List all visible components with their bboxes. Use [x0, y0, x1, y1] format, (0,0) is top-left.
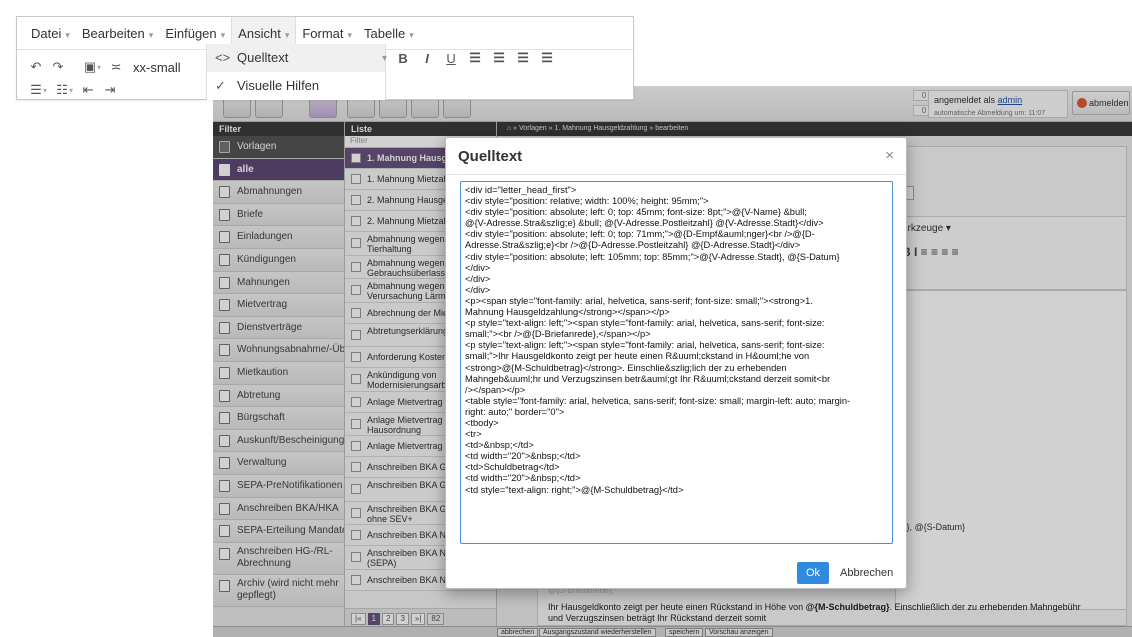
chevron-down-icon: ▾	[65, 29, 70, 40]
chevron-down-icon[interactable]: ▾	[69, 86, 73, 95]
source-line: <td>&nbsp;</td>	[465, 440, 534, 451]
underline-button[interactable]: U	[439, 51, 463, 66]
source-line: <div style="position: absolute; left: 10…	[465, 251, 840, 262]
chevron-down-icon: ▾	[409, 29, 414, 40]
chevron-down-icon[interactable]: ▾	[43, 86, 47, 95]
source-line: <div id="letter_head_first">	[465, 185, 577, 195]
chevron-down-icon: ▾	[284, 29, 290, 40]
source-line: small;">Ihr Hausgeldkonto zeigt per heut…	[465, 351, 810, 362]
check-icon: ✓	[215, 78, 226, 93]
divider	[446, 174, 906, 175]
dialog-title: Quelltext	[458, 148, 523, 165]
source-line: <td style="text-align: right;">@{M-Schul…	[465, 484, 684, 495]
redo-icon[interactable]: ↷	[47, 59, 69, 75]
code-icon: <>	[215, 50, 231, 65]
source-line: <td width="20">&nbsp;</td>	[465, 473, 581, 484]
menu-item-visuelle-hilfen[interactable]: ✓ Visuelle Hilfen	[207, 72, 385, 100]
cancel-button[interactable]: Abbrechen	[840, 562, 893, 584]
source-line: Adresse.Stra&szlig;e}<br />@{D-Adresse.P…	[465, 240, 801, 251]
source-line: </div>	[465, 262, 491, 273]
source-line: Mahnung Hausgeldzahlung</strong></span><…	[465, 307, 670, 318]
undo-icon[interactable]: ↶	[25, 59, 47, 75]
source-line: <tr>	[465, 429, 482, 440]
font-size-select[interactable]: xx-small	[127, 60, 187, 75]
source-line: @{V-Adresse.Stra&szlig;e} &bull; @{V-Adr…	[465, 218, 824, 229]
outdent-icon[interactable]: ⇤	[77, 82, 99, 98]
italic-button[interactable]: I	[415, 51, 439, 66]
source-line: /></span></p>	[465, 384, 526, 395]
align-center-icon[interactable]: ☰	[487, 50, 511, 66]
line-height-icon[interactable]: ≍	[105, 59, 127, 75]
align-left-icon[interactable]: ☰	[463, 50, 487, 66]
source-line: <strong>@{M-Schuldbetrag}</strong>. Eins…	[465, 362, 787, 373]
bold-button[interactable]: B	[391, 51, 415, 66]
source-code-textarea[interactable]: <div id="letter_head_first"> <div style="…	[460, 181, 893, 544]
chevron-down-icon[interactable]: ▾	[382, 53, 387, 64]
align-justify-icon[interactable]: ☰	[535, 50, 559, 66]
source-line: <td>Schuldbetrag</td>	[465, 462, 560, 473]
ok-button[interactable]: Ok	[797, 562, 829, 584]
source-line: <p style="text-align: left;"><span style…	[465, 318, 825, 329]
align-right-icon[interactable]: ☰	[511, 50, 535, 66]
ansicht-dropdown: <> Quelltext ✓ Visuelle Hilfen	[206, 44, 386, 100]
source-line: </div>	[465, 273, 491, 284]
source-code-dialog: Quelltext × <div id="letter_head_first">…	[445, 137, 907, 589]
toolbar-row-2: ☰ ▾ ☷ ▾ ⇤ ⇥	[25, 79, 121, 101]
source-line: <div style="position: relative; width: 1…	[465, 196, 709, 207]
chevron-down-icon: ▾	[347, 29, 353, 40]
toolbar-row-1: ↶ ↷ ▣ ▾ ≍ xx-small	[25, 55, 187, 79]
source-line: <div style="position: absolute; left: 0;…	[465, 229, 815, 240]
format-toolbar: ▾ B I U ☰ ☰ ☰ ☰	[382, 45, 559, 71]
source-line: Mahngeb&uuml;hr und Verzugszinsen betr&a…	[465, 373, 831, 384]
source-line: small;"><br />@{D-Briefanrede},</span></…	[465, 329, 651, 340]
chevron-down-icon: ▾	[220, 29, 226, 40]
menu-item-quelltext[interactable]: <> Quelltext	[207, 44, 385, 72]
close-icon[interactable]: ×	[885, 147, 894, 164]
source-line: <p style="text-align: left;"><span style…	[465, 340, 825, 351]
source-line: right: auto;" border="0">	[465, 406, 565, 417]
source-line: <tbody>	[465, 417, 499, 428]
chevron-down-icon[interactable]: ▾	[97, 63, 101, 72]
menu-bearbeiten[interactable]: Bearbeiten ▾	[76, 17, 159, 50]
source-line: <div style="position: absolute; left: 0;…	[465, 207, 807, 218]
source-line: <td width="20">&nbsp;</td>	[465, 451, 581, 462]
source-line: <table style="font-family: arial, helvet…	[465, 395, 851, 406]
source-line: <p><span style="font-family: arial, helv…	[465, 295, 813, 306]
chevron-down-icon: ▾	[148, 29, 154, 40]
menu-datei[interactable]: Datei ▾	[25, 17, 76, 50]
indent-icon[interactable]: ⇥	[99, 82, 121, 98]
source-line: </div>	[465, 284, 491, 295]
